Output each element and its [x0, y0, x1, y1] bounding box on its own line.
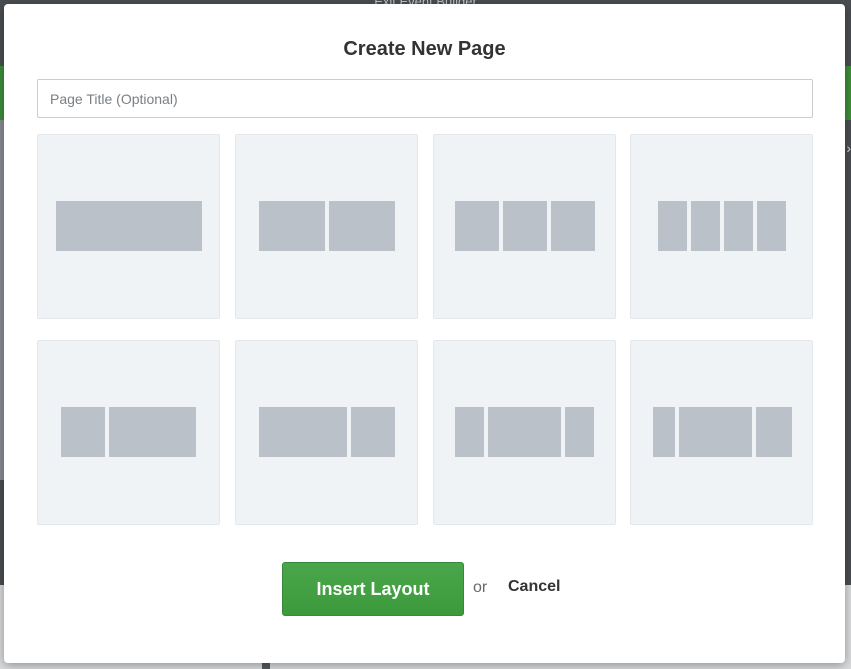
layout-option-two-columns-equal[interactable]	[235, 134, 418, 319]
cancel-link[interactable]: Cancel	[508, 578, 560, 596]
layout-column-block	[329, 201, 395, 251]
page-title-input[interactable]	[37, 79, 813, 118]
layout-column-block	[724, 201, 753, 251]
layout-column-block	[503, 201, 547, 251]
layout-column-block	[56, 201, 202, 251]
layout-column-block	[756, 407, 792, 457]
insert-layout-button[interactable]: Insert Layout	[282, 562, 464, 616]
chevron-right-icon: ›	[846, 140, 851, 156]
layout-column-block	[61, 407, 105, 457]
layout-grid	[37, 134, 813, 525]
layout-option-three-columns-equal[interactable]	[433, 134, 616, 319]
layout-column-block	[679, 407, 752, 457]
layout-column-block	[455, 407, 484, 457]
layout-column-block	[109, 407, 196, 457]
layout-column-block	[259, 407, 347, 457]
layout-column-block	[757, 201, 786, 251]
layout-column-block	[653, 407, 675, 457]
layout-option-three-columns-narrow-wider-narrow[interactable]	[630, 340, 813, 525]
layout-column-block	[691, 201, 720, 251]
layout-column-block	[658, 201, 687, 251]
layout-option-two-columns-narrow-wide[interactable]	[37, 340, 220, 525]
layout-option-three-columns-narrow-wide-narrow[interactable]	[433, 340, 616, 525]
layout-column-block	[455, 201, 499, 251]
or-separator: or	[473, 579, 488, 596]
layout-column-block	[351, 407, 395, 457]
modal-title: Create New Page	[343, 38, 506, 60]
layout-column-block	[259, 201, 325, 251]
create-page-modal: Create New Page Insert Layout or Cancel	[4, 4, 845, 663]
layout-column-block	[565, 407, 594, 457]
layout-column-block	[551, 201, 595, 251]
layout-option-one-column[interactable]	[37, 134, 220, 319]
layout-option-two-columns-wide-narrow[interactable]	[235, 340, 418, 525]
layout-option-four-columns-equal[interactable]	[630, 134, 813, 319]
layout-column-block	[488, 407, 561, 457]
